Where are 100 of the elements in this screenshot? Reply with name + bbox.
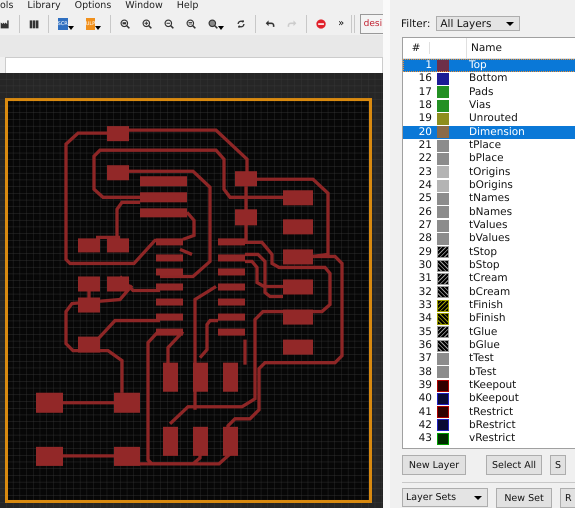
menu-item[interactable]: Window [125, 0, 163, 12]
layer-color-swatch[interactable] [437, 286, 449, 298]
zoom-in-icon[interactable] [142, 16, 152, 30]
layer-row[interactable]: 18 Vias [403, 98, 575, 112]
command-field[interactable] [5, 57, 383, 73]
layer-row[interactable]: 35 tGlue [403, 326, 575, 339]
layer-color-swatch[interactable] [437, 352, 449, 365]
design-link-button[interactable]: desi [360, 14, 384, 34]
layer-row[interactable]: 31 tCream [403, 272, 575, 286]
layer-name: bTest [469, 366, 496, 379]
layer-color-swatch[interactable] [437, 432, 449, 445]
zoom-fit-icon[interactable] [120, 16, 130, 30]
layer-number: 27 [418, 219, 432, 232]
layer-number: 21 [418, 139, 432, 152]
layer-row[interactable]: 34 bFinish [403, 312, 575, 326]
layer-row[interactable]: 17 Pads [403, 86, 575, 99]
menu-item[interactable]: Library [27, 0, 61, 12]
layer-row[interactable]: 41 tRestrict [403, 406, 575, 419]
layer-name: tOrigins [469, 166, 510, 179]
new-layer-button[interactable]: New Layer [402, 455, 466, 476]
layer-color-swatch[interactable] [437, 272, 449, 285]
layer-color-swatch[interactable] [437, 312, 449, 325]
layer-color-swatch[interactable] [437, 419, 449, 432]
layer-color-swatch[interactable] [437, 392, 449, 405]
layer-row[interactable]: 32 bCream [403, 286, 575, 299]
layer-color-swatch[interactable] [437, 380, 449, 392]
layer-row[interactable]: 19 Unrouted [403, 112, 575, 126]
layer-row[interactable]: 1 Top [403, 58, 575, 72]
layer-name: tGlue [469, 326, 498, 339]
layer-color-swatch[interactable] [437, 86, 449, 98]
layer-row[interactable]: 38 bTest [403, 366, 575, 379]
layer-row[interactable]: 43 vRestrict [403, 432, 575, 446]
layer-row[interactable]: 21 tPlace [403, 138, 575, 152]
panel-button[interactable]: R [560, 488, 575, 508]
layer-color-swatch[interactable] [437, 326, 449, 338]
layer-number: 33 [418, 299, 432, 312]
layer-color-swatch[interactable] [437, 112, 449, 125]
layer-row[interactable]: 20 Dimension [403, 126, 575, 139]
stop-icon[interactable] [316, 16, 326, 30]
layer-row[interactable]: 33 tFinish [403, 298, 575, 312]
menu-item[interactable]: Help [176, 0, 198, 12]
layer-color-swatch[interactable] [437, 206, 449, 218]
layer-name: tKeepout [469, 379, 516, 392]
layer-row[interactable]: 23 tOrigins [403, 166, 575, 179]
filter-dropdown[interactable]: All Layers [436, 16, 520, 32]
layer-color-swatch[interactable] [437, 180, 449, 192]
layer-row[interactable]: 36 bGlue [403, 338, 575, 352]
layer-row[interactable]: 25 tNames [403, 192, 575, 206]
layer-row[interactable]: 22 bPlace [403, 152, 575, 166]
layer-color-swatch[interactable] [437, 100, 449, 112]
layer-name: bValues [469, 232, 510, 246]
layer-number: 41 [418, 406, 432, 419]
layer-number: 31 [418, 272, 432, 286]
zoom-out-icon[interactable] [164, 16, 174, 30]
layer-color-swatch[interactable] [437, 140, 449, 152]
layer-row[interactable]: 26 bNames [403, 206, 575, 219]
layer-color-swatch[interactable] [437, 300, 449, 312]
layer-color-swatch[interactable] [437, 260, 449, 272]
layer-row[interactable]: 39 tKeepout [403, 378, 575, 392]
layer-color-swatch[interactable] [437, 340, 449, 352]
column-header[interactable]: # [403, 42, 430, 54]
layer-row[interactable]: 24 bOrigins [403, 178, 575, 192]
layer-color-swatch[interactable] [437, 72, 449, 85]
layer-color-swatch[interactable] [437, 366, 449, 378]
layer-sets-dropdown[interactable]: Layer Sets [402, 488, 488, 508]
layer-number: 32 [418, 286, 432, 299]
layer-number: 40 [418, 392, 432, 406]
column-header[interactable]: Name [467, 42, 502, 54]
zoom-menu-icon[interactable] [208, 16, 218, 30]
more-tools-button[interactable]: » [338, 18, 344, 29]
menu-item[interactable]: Options [74, 0, 112, 12]
layer-number: 18 [418, 99, 432, 112]
layer-number: 24 [418, 179, 432, 192]
layer-color-swatch[interactable] [437, 192, 449, 205]
menu-item[interactable]: ols [0, 0, 14, 12]
layer-row[interactable]: 42 bRestrict [403, 418, 575, 432]
layer-name: tNames [469, 192, 510, 206]
new-set-button[interactable]: New Set [496, 488, 552, 508]
layer-color-swatch[interactable] [437, 220, 449, 232]
layer-row[interactable]: 28 bValues [403, 232, 575, 246]
select-all-button[interactable]: Select All [486, 455, 542, 476]
layer-color-swatch[interactable] [437, 60, 449, 72]
layer-color-swatch[interactable] [437, 152, 449, 165]
layer-color-swatch[interactable] [437, 246, 449, 258]
layer-number: 34 [418, 312, 432, 326]
layer-row[interactable]: 29 tStop [403, 246, 575, 259]
layer-row[interactable]: 27 tValues [403, 218, 575, 232]
layer-name: tPlace [469, 139, 502, 152]
layer-color-swatch[interactable] [437, 126, 449, 138]
layer-color-swatch[interactable] [437, 166, 449, 178]
layer-number: 20 [418, 126, 432, 139]
layer-color-swatch[interactable] [437, 232, 449, 245]
layer-color-swatch[interactable] [437, 406, 449, 418]
layer-name: bNames [469, 206, 512, 219]
layer-row[interactable]: 16 Bottom [403, 72, 575, 86]
zoom-selection-icon[interactable] [186, 16, 196, 30]
layer-row[interactable]: 37 tTest [403, 352, 575, 366]
layer-row[interactable]: 40 bKeepout [403, 392, 575, 406]
panel-button[interactable]: S [550, 455, 566, 476]
layer-row[interactable]: 30 bStop [403, 258, 575, 272]
